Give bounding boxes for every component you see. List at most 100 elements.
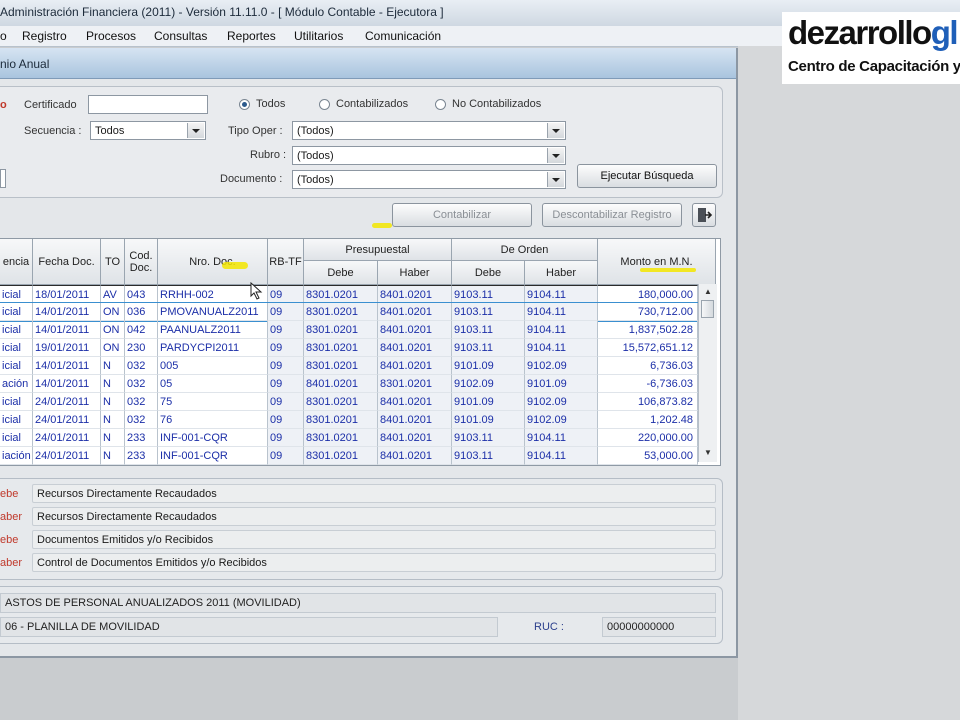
col-header-orden-haber[interactable]: Haber: [525, 261, 598, 285]
account-row: ebe Recursos Directamente Recaudados: [0, 484, 718, 505]
grid-scrollbar[interactable]: ▲ ▼: [698, 284, 717, 462]
logo-tagline: Centro de Capacitación y: [788, 58, 960, 75]
table-row[interactable]: icial 24/01/2011 N 032 76 09 8301.0201 8401.020…: [0, 411, 700, 429]
chevron-down-icon[interactable]: [187, 123, 204, 138]
table-row[interactable]: icial 18/01/2011 AV 043 RRHH-002 09 8301.0201 8…: [0, 285, 700, 303]
documento-label: Documento :: [220, 173, 283, 185]
documento-select[interactable]: (Todos): [292, 170, 566, 189]
menu-item-reportes[interactable]: Reportes: [227, 29, 276, 43]
cell-secuencia: icial: [0, 411, 33, 429]
cell-secuencia: icial: [0, 429, 33, 447]
cut-button[interactable]: [0, 169, 6, 188]
cell-presupuestal-haber: 8301.0201: [378, 375, 452, 393]
table-row[interactable]: icial 14/01/2011 N 032 005 09 8301.0201 8401.02…: [0, 357, 700, 375]
col-header-orden-debe[interactable]: Debe: [452, 261, 525, 285]
scroll-thumb[interactable]: [701, 300, 714, 318]
col-header-cod-doc[interactable]: Cod. Doc.: [125, 239, 158, 285]
account-row: aber Control de Documentos Emitidos y/o …: [0, 553, 718, 574]
cell-presupuestal-debe: 8301.0201: [304, 411, 378, 429]
descontabilizar-button[interactable]: Descontabilizar Registro: [542, 203, 682, 227]
chevron-down-icon[interactable]: [547, 172, 564, 187]
ruc-value: 00000000000: [602, 617, 716, 637]
cell-presupuestal-haber: 8401.0201: [378, 339, 452, 357]
filter-panel: o Certificado Secuencia : Todos Todos Co…: [0, 86, 723, 198]
table-row[interactable]: icial 24/01/2011 N 032 75 09 8301.0201 8401.020…: [0, 393, 700, 411]
cell-monto: 6,736.03: [598, 357, 698, 375]
cell-rb-tf: 09: [268, 321, 304, 339]
cell-presupuestal-debe: 8401.0201: [304, 375, 378, 393]
col-header-rb-tf[interactable]: RB-TF: [268, 239, 304, 285]
cell-secuencia: icial: [0, 285, 33, 303]
chevron-down-icon[interactable]: [547, 123, 564, 138]
radio-no-contabilizados[interactable]: [435, 99, 446, 110]
col-header-to[interactable]: TO: [101, 239, 125, 285]
cell-orden-debe: 9103.11: [452, 285, 525, 303]
secuencia-select[interactable]: Todos: [90, 121, 206, 140]
col-header-presupuestal-debe[interactable]: Debe: [304, 261, 378, 285]
cell-to: N: [101, 447, 125, 465]
cell-orden-debe: 9103.11: [452, 303, 525, 321]
col-header-fecha-doc[interactable]: Fecha Doc.: [33, 239, 101, 285]
tipo-oper-value: (Todos): [297, 125, 334, 137]
table-row[interactable]: iación 24/01/2011 N 233 INF-001-CQR 09 8301.02…: [0, 447, 700, 465]
cell-presupuestal-debe: 8301.0201: [304, 393, 378, 411]
cell-rb-tf: 09: [268, 447, 304, 465]
scroll-down-arrow-icon[interactable]: ▼: [704, 448, 712, 457]
table-row[interactable]: icial 14/01/2011 ON 036 PMOVANUALZ2011 09 8301…: [0, 302, 701, 322]
cell-cod-doc: 042: [125, 321, 158, 339]
cell-to: ON: [101, 303, 125, 321]
cell-monto: 1,202.48: [598, 411, 698, 429]
cell-secuencia: icial: [0, 303, 33, 321]
certificado-input[interactable]: [88, 95, 208, 114]
table-row[interactable]: ación 14/01/2011 N 032 05 09 8401.0201 8301.020…: [0, 375, 700, 393]
cell-nro-doc: PARDYCPI2011: [158, 339, 268, 357]
radio-todos[interactable]: [239, 99, 250, 110]
col-header-monto[interactable]: Monto en M.N.: [598, 239, 716, 285]
menu-item-procesos[interactable]: Procesos: [86, 29, 136, 43]
desktop-background: [738, 46, 960, 720]
menu-item-registro[interactable]: Registro: [22, 29, 67, 43]
cell-presupuestal-haber: 8401.0201: [378, 303, 452, 321]
table-row[interactable]: icial 24/01/2011 N 233 INF-001-CQR 09 8301.020…: [0, 429, 700, 447]
contabilizar-button[interactable]: Contabilizar: [392, 203, 532, 227]
account-row: ebe Documentos Emitidos y/o Recibidos: [0, 530, 718, 551]
menu-item-utilitarios[interactable]: Utilitarios: [294, 29, 343, 43]
cell-rb-tf: 09: [268, 339, 304, 357]
cell-presupuestal-haber: 8401.0201: [378, 411, 452, 429]
menu-item-comunicacion[interactable]: Comunicación: [365, 29, 441, 43]
search-button[interactable]: Ejecutar Búsqueda: [577, 164, 717, 188]
table-row[interactable]: icial 14/01/2011 ON 042 PAANUALZ2011 09 8301.0…: [0, 321, 700, 339]
cell-monto: -6,736.03: [598, 375, 698, 393]
cell-secuencia: icial: [0, 321, 33, 339]
col-header-presupuestal-haber[interactable]: Haber: [378, 261, 452, 285]
tipo-oper-select[interactable]: (Todos): [292, 121, 566, 140]
cell-orden-haber: 9101.09: [525, 375, 598, 393]
menu-item-consultas[interactable]: Consultas: [154, 29, 207, 43]
cell-fecha-doc: 18/01/2011: [33, 285, 101, 303]
radio-contabilizados-label: Contabilizados: [336, 98, 409, 110]
table-row[interactable]: icial 19/01/2011 ON 230 PARDYCPI2011 09 8301.0…: [0, 339, 700, 357]
exit-button[interactable]: [692, 203, 716, 227]
cell-presupuestal-haber: 8401.0201: [378, 285, 452, 303]
exit-door-icon: [698, 208, 713, 222]
col-header-nro-doc[interactable]: Nro. Doc.: [158, 239, 268, 285]
cell-orden-debe: 9103.11: [452, 429, 525, 447]
ruc-label: RUC :: [534, 621, 564, 633]
cell-cod-doc: 032: [125, 375, 158, 393]
cell-fecha-doc: 24/01/2011: [33, 411, 101, 429]
filter-cut-label: o: [0, 99, 7, 111]
cell-secuencia: icial: [0, 357, 33, 375]
grid-body: icial 18/01/2011 AV 043 RRHH-002 09 8301.0201 8…: [0, 285, 701, 465]
col-header-secuencia[interactable]: encia: [0, 239, 33, 285]
menu-item-archivo[interactable]: o: [0, 29, 7, 43]
rubro-select[interactable]: (Todos): [292, 146, 566, 165]
cell-orden-haber: 9104.11: [525, 303, 598, 321]
cell-fecha-doc: 24/01/2011: [33, 393, 101, 411]
cell-to: N: [101, 375, 125, 393]
documents-grid: encia Fecha Doc. TO Cod. Doc. Nro. Doc. …: [0, 238, 721, 466]
radio-no-contabilizados-label: No Contabilizados: [452, 98, 542, 110]
radio-contabilizados[interactable]: [319, 99, 330, 110]
chevron-down-icon[interactable]: [547, 148, 564, 163]
scroll-up-arrow-icon[interactable]: ▲: [704, 287, 712, 296]
cell-fecha-doc: 24/01/2011: [33, 447, 101, 465]
